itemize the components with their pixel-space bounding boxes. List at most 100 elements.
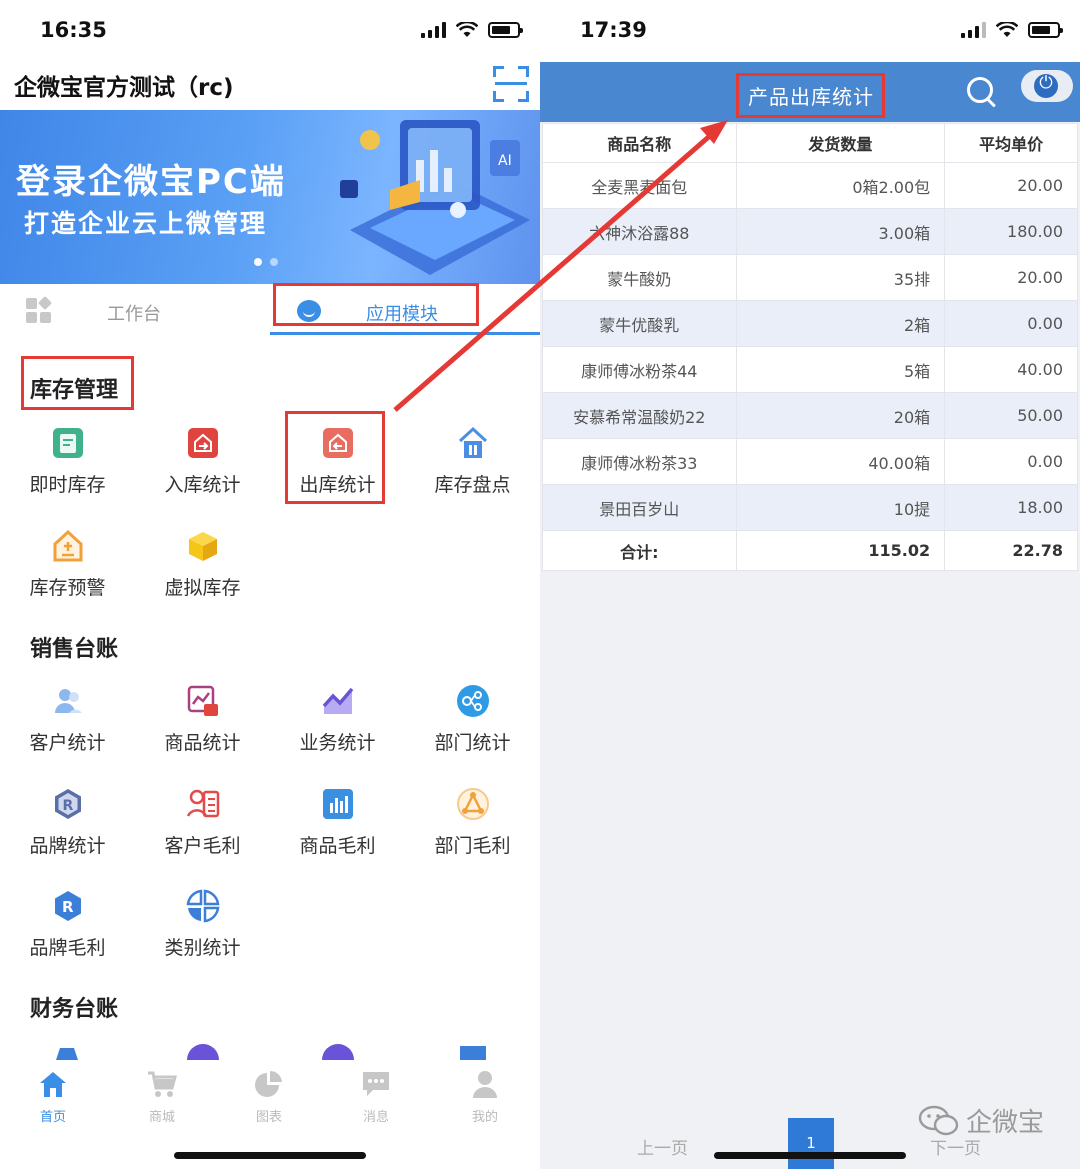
module-label: 客户毛利 [164,835,241,857]
nav-label: 商城 [148,1110,175,1125]
table-header-row: 商品名称 发货数量 平均单价 [542,123,1078,163]
power-icon[interactable] [1021,70,1073,102]
highlight-box-section [21,356,134,410]
right-screen: 17:39 产品出库统计 商品名称 发货数量 平均单价 全麦黑麦面包0箱2.00… [540,0,1080,1169]
module-product-stats[interactable]: 商品统计 [135,684,270,755]
module-label: 品牌毛利 [29,937,106,959]
signal-icon [421,22,446,38]
nav-label: 消息 [362,1110,389,1125]
svg-text:R: R [62,798,73,814]
brand-r-icon: R [51,889,85,923]
module-customer-margin[interactable]: 客户毛利 [135,787,270,858]
module-label: 客户统计 [29,732,106,754]
tab-workbench[interactable]: 工作台 [107,300,161,326]
org-icon [456,684,490,718]
scan-icon[interactable] [493,66,529,102]
customers-icon [51,684,85,718]
module-category-stats[interactable]: 类别统计 [135,889,270,960]
table-cell: 2箱 [735,300,946,347]
module-label: 品牌统计 [29,835,106,857]
module-stock-alert[interactable]: 库存预警 [0,529,135,600]
svg-text:AI: AI [498,153,512,169]
nav-label: 首页 [39,1110,66,1125]
page-header: 产品出库统计 [540,62,1080,122]
current-page-button[interactable]: 1 [788,1118,834,1169]
table-row[interactable]: 康师傅冰粉茶44 5箱 40.00 [542,346,1078,393]
section-title-finance: 财务台账 [30,997,119,1022]
total-cell: 合计: [542,530,737,571]
module-label: 商品毛利 [299,835,376,857]
wifi-icon [456,22,478,37]
table-cell: 0.00 [944,300,1078,347]
module-brand-margin[interactable]: R 品牌毛利 [0,889,135,960]
nav-home[interactable]: 首页 [18,1070,88,1125]
table-cell: 180.00 [944,208,1078,255]
table-row[interactable]: 景田百岁山 10提 18.00 [542,484,1078,531]
module-brand-stats[interactable]: R 品牌统计 [0,787,135,858]
table-cell: 六神沐浴露88 [542,208,737,255]
trend-icon [321,684,355,718]
home-icon [38,1070,68,1098]
banner-illustration-icon: AI [340,120,530,275]
finance-module-partial-icon [56,1048,78,1060]
brand-icon: R [51,787,85,821]
table-cell: 20.00 [944,254,1078,301]
search-icon[interactable] [967,77,997,107]
module-virtual-stock[interactable]: 虚拟库存 [135,529,270,600]
nav-me[interactable]: 我的 [450,1070,520,1125]
module-label: 库存预警 [29,577,106,599]
nav-mall[interactable]: 商城 [127,1070,197,1125]
module-stock-count[interactable]: 库存盘点 [405,426,540,497]
table-row[interactable]: 全麦黑麦面包 0箱2.00包 20.00 [542,162,1078,209]
module-department-margin[interactable]: 部门毛利 [405,787,540,858]
table-cell: 安慕希常温酸奶22 [542,392,737,439]
table-row[interactable]: 六神沐浴露88 3.00箱 180.00 [542,208,1078,255]
table-row[interactable]: 康师傅冰粉茶33 40.00箱 0.00 [542,438,1078,485]
module-customer-stats[interactable]: 客户统计 [0,684,135,755]
stock-out-table: 商品名称 发货数量 平均单价 全麦黑麦面包 0箱2.00包 20.00 六神沐浴露88… [542,123,1078,571]
active-tab-indicator [270,332,540,335]
module-stock-in-stats[interactable]: 入库统计 [135,426,270,497]
nav-charts[interactable]: 图表 [234,1070,304,1125]
table-row[interactable]: 蒙牛酸奶 35排 20.00 [542,254,1078,301]
battery-icon [1028,22,1063,38]
table-cell: 3.00箱 [735,208,946,255]
module-label: 库存盘点 [434,474,511,496]
module-product-margin[interactable]: 商品毛利 [270,787,405,858]
cube-icon [186,529,220,563]
status-indicators [961,22,1063,38]
table-cell: 20.00 [944,162,1078,209]
module-business-stats[interactable]: 业务统计 [270,684,405,755]
column-header[interactable]: 平均单价 [944,123,1078,163]
banner-pagination [254,258,278,266]
table-cell: 40.00 [944,346,1078,393]
module-realtime-stock[interactable]: 即时库存 [0,426,135,497]
svg-text:R: R [62,898,74,916]
module-department-stats[interactable]: 部门统计 [405,684,540,755]
table-cell: 20箱 [735,392,946,439]
status-time: 16:35 [40,18,107,42]
nav-messages[interactable]: 消息 [341,1070,411,1125]
table-row[interactable]: 蒙牛优酸乳 2箱 0.00 [542,300,1078,347]
module-label: 业务统计 [299,732,376,754]
column-header[interactable]: 发货数量 [735,123,946,163]
table-cell: 35排 [735,254,946,301]
table-cell: 10提 [735,484,946,531]
table-cell: 康师傅冰粉茶33 [542,438,737,485]
bar-chart-icon [321,787,355,821]
table-row[interactable]: 安慕希常温酸奶22 20箱 50.00 [542,392,1078,439]
module-label: 部门毛利 [434,835,511,857]
status-time: 17:39 [580,18,647,42]
left-screen: 16:35 企微宝官方测试（rc) 登录企微宝PC端 打造企业云上微管理 AI [0,0,540,1169]
cart-icon [147,1070,177,1098]
banner-subline: 打造企业云上微管理 [24,209,268,238]
table-total-row: 合计: 115.02 22.78 [542,530,1078,571]
message-icon [361,1070,391,1098]
column-header[interactable]: 商品名称 [542,123,737,163]
module-label: 商品统计 [164,732,241,754]
status-bar: 17:39 [540,0,1080,62]
watermark-label: 企微宝 [966,1108,1045,1138]
nav-label: 图表 [255,1110,282,1125]
house-inventory-icon [456,426,490,460]
prev-page-button[interactable]: 上一页 [637,1134,688,1159]
